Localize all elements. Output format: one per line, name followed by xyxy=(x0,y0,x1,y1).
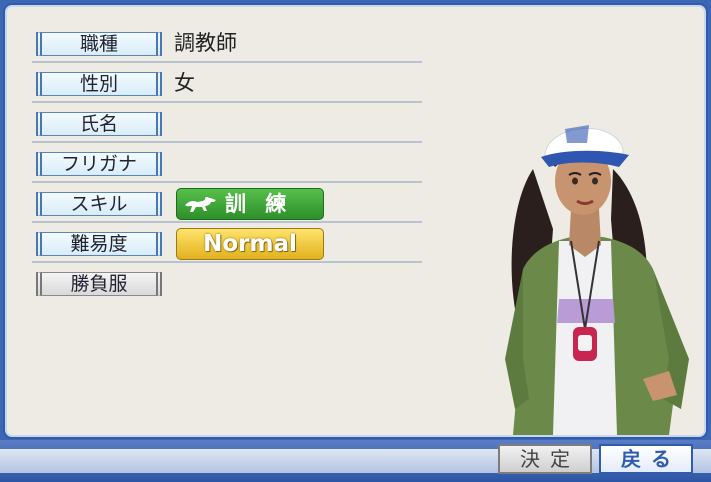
back-button[interactable]: 戻る xyxy=(599,444,693,474)
gender-value[interactable]: 女 xyxy=(174,70,195,96)
job-label: 職種 xyxy=(36,32,162,56)
horse-icon xyxy=(185,197,216,212)
row-job: 職種 調教師 xyxy=(32,24,422,63)
silks-label: 勝負服 xyxy=(36,272,162,296)
furigana-label: フリガナ xyxy=(36,152,162,176)
profile-panel: 職種 調教師 性別 女 氏名 フリガナ スキル 訓 練 難易度 Normal 勝… xyxy=(3,3,708,439)
skill-badge-text: 訓 練 xyxy=(225,192,293,216)
difficulty-badge[interactable]: Normal xyxy=(176,228,324,260)
skill-label: スキル xyxy=(36,192,162,216)
row-name: 氏名 xyxy=(32,104,422,143)
difficulty-label: 難易度 xyxy=(36,232,162,256)
trainer-portrait xyxy=(505,125,689,435)
row-silks: 勝負服 xyxy=(32,264,422,303)
row-gender: 性別 女 xyxy=(32,64,422,103)
row-skill: スキル 訓 練 xyxy=(32,184,422,223)
job-value[interactable]: 調教師 xyxy=(174,30,237,56)
skill-badge[interactable]: 訓 練 xyxy=(176,188,324,220)
row-furigana: フリガナ xyxy=(32,144,422,183)
gender-label: 性別 xyxy=(36,72,162,96)
name-label: 氏名 xyxy=(36,112,162,136)
confirm-button[interactable]: 決定 xyxy=(498,444,592,474)
row-difficulty: 難易度 Normal xyxy=(32,224,422,263)
